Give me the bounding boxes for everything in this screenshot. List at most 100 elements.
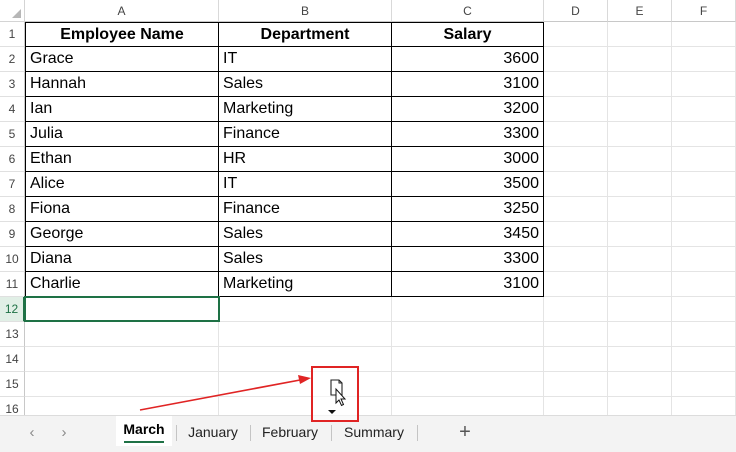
empty-cell[interactable] [608,372,672,397]
empty-cell[interactable] [672,272,736,297]
empty-cell[interactable] [672,247,736,272]
table-cell[interactable]: Julia [25,122,219,147]
tab-march[interactable]: March [116,416,172,446]
table-cell[interactable]: Hannah [25,72,219,97]
empty-cell[interactable] [219,297,392,322]
empty-cell[interactable] [544,47,608,72]
table-cell[interactable]: Finance [219,122,392,147]
table-cell[interactable]: 3100 [392,272,544,297]
empty-cell[interactable] [544,272,608,297]
empty-cell[interactable] [392,372,544,397]
empty-cell[interactable] [672,372,736,397]
table-cell[interactable]: 3250 [392,197,544,222]
table-header-cell[interactable]: Department [219,22,392,47]
empty-cell[interactable] [608,347,672,372]
column-header-f[interactable]: F [672,0,736,22]
row-header-7[interactable]: 7 [0,172,25,197]
empty-cell[interactable] [672,347,736,372]
table-cell[interactable]: Alice [25,172,219,197]
table-cell[interactable]: 3000 [392,147,544,172]
row-header-5[interactable]: 5 [0,122,25,147]
empty-cell[interactable] [608,197,672,222]
table-cell[interactable]: 3450 [392,222,544,247]
empty-cell[interactable] [544,147,608,172]
select-all-corner[interactable] [0,0,25,22]
empty-cell[interactable] [608,122,672,147]
row-header-1[interactable]: 1 [0,22,25,47]
table-cell[interactable]: IT [219,172,392,197]
column-header-d[interactable]: D [544,0,608,22]
table-cell[interactable]: Ethan [25,147,219,172]
empty-cell[interactable] [544,97,608,122]
empty-cell[interactable] [672,297,736,322]
table-cell[interactable]: 3300 [392,122,544,147]
table-cell[interactable]: 3100 [392,72,544,97]
row-header-8[interactable]: 8 [0,197,25,222]
empty-cell[interactable] [544,347,608,372]
row-header-4[interactable]: 4 [0,97,25,122]
empty-cell[interactable] [608,297,672,322]
empty-cell[interactable] [544,22,608,47]
empty-cell[interactable] [608,247,672,272]
row-header-6[interactable]: 6 [0,147,25,172]
empty-cell[interactable] [672,172,736,197]
table-header-cell[interactable]: Employee Name [25,22,219,47]
empty-cell[interactable] [608,97,672,122]
table-cell[interactable]: IT [219,47,392,72]
worksheet-grid[interactable]: Employee Name Department Salary Grace IT 3600… [25,22,736,422]
table-cell[interactable]: Charlie [25,272,219,297]
empty-cell[interactable] [392,322,544,347]
table-cell[interactable]: Diana [25,247,219,272]
empty-cell[interactable] [392,297,544,322]
row-header-13[interactable]: 13 [0,322,25,347]
empty-cell[interactable] [672,222,736,247]
table-cell[interactable]: 3300 [392,247,544,272]
empty-cell[interactable] [608,172,672,197]
empty-cell[interactable] [544,72,608,97]
empty-cell[interactable] [672,147,736,172]
empty-cell[interactable] [544,172,608,197]
empty-cell[interactable] [25,297,219,322]
chevron-left-icon[interactable]: ‹ [23,424,41,442]
table-header-cell[interactable]: Salary [392,22,544,47]
table-cell[interactable]: Sales [219,222,392,247]
row-header-10[interactable]: 10 [0,247,25,272]
empty-cell[interactable] [672,47,736,72]
table-cell[interactable]: HR [219,147,392,172]
empty-cell[interactable] [672,97,736,122]
plus-icon[interactable]: + [454,420,476,444]
empty-cell[interactable] [672,197,736,222]
empty-cell[interactable] [544,372,608,397]
column-header-a[interactable]: A [25,0,219,22]
empty-cell[interactable] [25,347,219,372]
column-header-c[interactable]: C [392,0,544,22]
empty-cell[interactable] [219,322,392,347]
column-header-e[interactable]: E [608,0,672,22]
empty-cell[interactable] [392,347,544,372]
table-cell[interactable]: Fiona [25,197,219,222]
empty-cell[interactable] [544,247,608,272]
table-cell[interactable]: 3200 [392,97,544,122]
row-header-12[interactable]: 12 [0,297,25,322]
empty-cell[interactable] [672,22,736,47]
table-cell[interactable]: Grace [25,47,219,72]
empty-cell[interactable] [544,197,608,222]
empty-cell[interactable] [544,122,608,147]
tab-january[interactable]: January [180,416,246,448]
empty-cell[interactable] [219,372,392,397]
row-header-3[interactable]: 3 [0,72,25,97]
empty-cell[interactable] [608,147,672,172]
empty-cell[interactable] [25,372,219,397]
chevron-right-icon[interactable]: › [55,424,73,442]
row-header-15[interactable]: 15 [0,372,25,397]
empty-cell[interactable] [608,47,672,72]
empty-cell[interactable] [608,272,672,297]
table-cell[interactable]: George [25,222,219,247]
empty-cell[interactable] [672,322,736,347]
column-header-b[interactable]: B [219,0,392,22]
empty-cell[interactable] [608,322,672,347]
empty-cell[interactable] [544,222,608,247]
empty-cell[interactable] [608,22,672,47]
table-cell[interactable]: Marketing [219,272,392,297]
table-cell[interactable]: Finance [219,197,392,222]
